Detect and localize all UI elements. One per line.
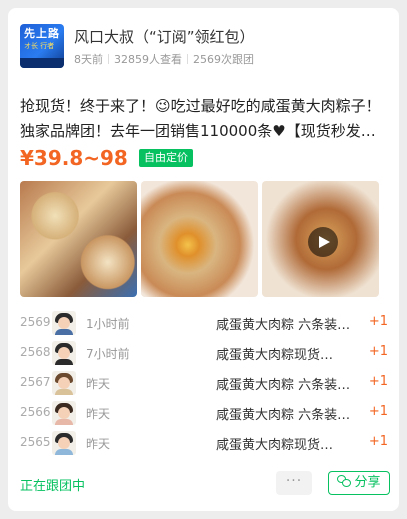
order-row[interactable]: 2568 7小时前 咸蛋黄大肉粽现货… +1 [20, 338, 390, 368]
order-number: 2569 [20, 315, 51, 329]
wechat-icon [337, 475, 352, 487]
order-time: 昨天 [86, 407, 111, 421]
buyer-avatar [52, 401, 76, 425]
buyer-avatar [52, 341, 76, 365]
author-avatar[interactable]: 先上路 オ长 行者 [20, 24, 64, 68]
order-product: 咸蛋黄大肉粽 六条装… [216, 318, 351, 333]
order-time: 昨天 [86, 377, 111, 391]
buyer-avatar [52, 371, 76, 395]
order-number: 2568 [20, 345, 51, 359]
share-button[interactable]: 分享 [328, 471, 390, 495]
order-product: 咸蛋黄大肉粽现货… [216, 348, 334, 363]
share-label: 分享 [354, 475, 381, 490]
avatar-bar [20, 58, 64, 68]
post-meta: 8天前 32859人查看 2569次跟团 [74, 51, 254, 67]
meta-divider [108, 54, 109, 64]
order-quantity: +1 [368, 314, 388, 329]
order-number: 2566 [20, 405, 51, 419]
order-row[interactable]: 2567 昨天 咸蛋黄大肉粽 六条装… +1 [20, 368, 390, 398]
more-button[interactable]: ··· [276, 471, 312, 495]
price-range: ¥39.8~98 [20, 146, 128, 170]
order-time: 7小时前 [86, 347, 130, 361]
product-video-thumbnail[interactable] [262, 181, 379, 297]
image-gallery [20, 181, 390, 297]
group-buy-card[interactable]: 先上路 オ长 行者 风口大叔（“订阅”领红包） 8天前 32859人查看 2569次… [8, 8, 399, 511]
buyer-avatar [52, 311, 76, 335]
author-name[interactable]: 风口大叔（“订阅”领红包） [74, 26, 255, 47]
order-product: 咸蛋黄大肉粽 六条装… [216, 408, 351, 423]
avatar-brand-subtext: オ长 行者 [24, 42, 55, 50]
post-title[interactable]: 抢现货！终于来了！😉吃过最好吃的咸蛋黄大肉粽子！独家品牌团！去年一团销售1100… [20, 94, 390, 144]
pricing-badge: 自由定价 [138, 149, 193, 167]
price-row: ¥39.8~98 自由定价 [20, 146, 193, 174]
order-quantity: +1 [368, 374, 388, 389]
order-row[interactable]: 2565 昨天 咸蛋黄大肉粽现货… +1 [20, 428, 390, 458]
order-list: 2569 1小时前 咸蛋黄大肉粽 六条装… +1 2568 7小时前 咸蛋黄大肉… [20, 308, 390, 458]
order-quantity: +1 [368, 434, 388, 449]
order-row[interactable]: 2566 昨天 咸蛋黄大肉粽 六条装… +1 [20, 398, 390, 428]
order-number: 2567 [20, 375, 51, 389]
avatar-brand-text: 先上路 [24, 27, 60, 40]
product-image-1[interactable] [20, 181, 137, 297]
order-number: 2565 [20, 435, 51, 449]
order-product: 咸蛋黄大肉粽 六条装… [216, 378, 351, 393]
author-header[interactable]: 先上路 オ长 行者 风口大叔（“订阅”领红包） 8天前 32859人查看 2569次… [20, 24, 390, 72]
order-time: 昨天 [86, 437, 111, 451]
order-count: 2569次跟团 [193, 53, 254, 66]
order-product: 咸蛋黄大肉粽现货… [216, 438, 334, 453]
buyer-avatar [52, 431, 76, 455]
view-count: 32859人查看 [114, 53, 182, 66]
order-row[interactable]: 2569 1小时前 咸蛋黄大肉粽 六条装… +1 [20, 308, 390, 338]
meta-divider [187, 54, 188, 64]
order-quantity: +1 [368, 344, 388, 359]
order-quantity: +1 [368, 404, 388, 419]
order-time: 1小时前 [86, 317, 130, 331]
card-footer: 正在跟团中 ··· 分享 [20, 471, 390, 497]
post-time: 8天前 [74, 53, 103, 66]
group-status: 正在跟团中 [20, 479, 86, 494]
product-image-2[interactable] [141, 181, 258, 297]
play-icon[interactable] [308, 227, 338, 257]
